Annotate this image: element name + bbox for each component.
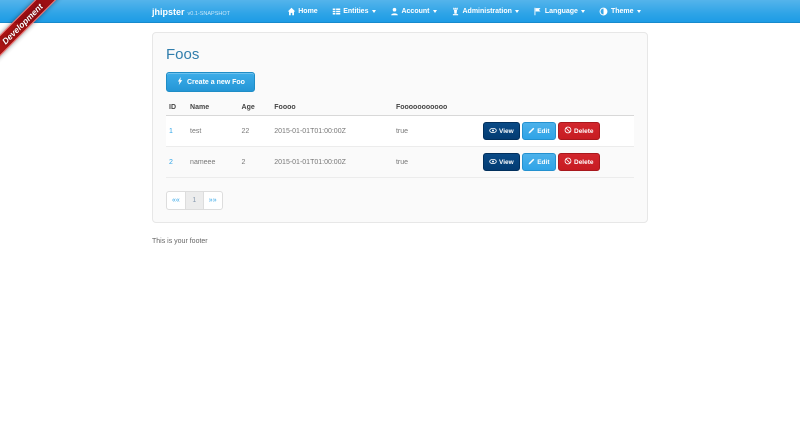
nav-item-language[interactable]: Language: [526, 0, 592, 23]
chevron-down-icon: [433, 10, 437, 13]
edit-button-label: Edit: [537, 128, 549, 135]
column-header-name: Name: [187, 101, 238, 116]
edit-button-label: Edit: [537, 159, 549, 166]
eye-icon: [489, 127, 497, 136]
pagination-first-button[interactable]: ««: [166, 191, 186, 210]
nav-item-label: Home: [298, 8, 317, 15]
user-icon: [390, 7, 399, 16]
nav-item-theme[interactable]: Theme: [592, 0, 648, 23]
nav-item-label: Administration: [462, 8, 511, 15]
view-button-label: View: [499, 159, 514, 166]
cell-name: test: [187, 116, 238, 147]
entities-icon: [332, 7, 341, 16]
pagination-page-1[interactable]: 1: [185, 191, 204, 210]
pagination: «« 1 »»: [166, 191, 634, 210]
create-foo-button-label: Create a new Foo: [187, 79, 245, 86]
nav-item-administration[interactable]: Administration: [444, 0, 526, 23]
chevron-down-icon: [372, 10, 376, 13]
cell-fooooooooooo: true: [393, 147, 480, 178]
column-header-actions: [480, 101, 634, 116]
row-actions: View Edit Delete: [483, 153, 631, 171]
foos-table: ID Name Age Foooo Fooooooooooo 1 test 22…: [166, 101, 634, 178]
table-header-row: ID Name Age Foooo Fooooooooooo: [166, 101, 634, 116]
nav-item-home[interactable]: Home: [280, 0, 325, 23]
ban-circle-icon: [564, 126, 572, 136]
eye-icon: [489, 158, 497, 167]
view-button[interactable]: View: [483, 153, 520, 171]
create-foo-button[interactable]: Create a new Foo: [166, 72, 255, 92]
navbar-menu: Home Entities Account Administration Lan…: [280, 0, 648, 23]
delete-button[interactable]: Delete: [558, 153, 600, 171]
table-row: 2 nameee 2 2015-01-01T01:00:00Z true Vie…: [166, 147, 634, 178]
edit-button[interactable]: Edit: [522, 153, 556, 171]
home-icon: [287, 7, 296, 16]
cell-name: nameee: [187, 147, 238, 178]
nav-item-label: Entities: [343, 8, 368, 15]
pagination-last-button[interactable]: »»: [203, 191, 223, 210]
ban-circle-icon: [564, 157, 572, 167]
nav-item-label: Account: [401, 8, 429, 15]
nav-item-account[interactable]: Account: [383, 0, 444, 23]
navbar: jhipster v0.1-SNAPSHOT Home Entities Acc…: [0, 0, 800, 23]
flash-icon: [176, 77, 184, 87]
chevron-down-icon: [515, 10, 519, 13]
cell-foooo: 2015-01-01T01:00:00Z: [271, 116, 393, 147]
pencil-icon: [528, 158, 535, 167]
row-id-link[interactable]: 2: [169, 159, 173, 166]
pencil-icon: [528, 127, 535, 136]
brand-version: v0.1-SNAPSHOT: [188, 11, 230, 17]
tower-icon: [451, 7, 460, 16]
nav-item-entities[interactable]: Entities: [325, 0, 383, 23]
cell-age: 2: [239, 147, 272, 178]
chevron-down-icon: [637, 10, 641, 13]
edit-button[interactable]: Edit: [522, 122, 556, 140]
foos-panel: Foos Create a new Foo ID Name Age Foooo …: [152, 32, 648, 223]
column-header-fooooooooooo: Fooooooooooo: [393, 101, 480, 116]
brand[interactable]: jhipster v0.1-SNAPSHOT: [152, 7, 230, 17]
column-header-foooo: Foooo: [271, 101, 393, 116]
chevron-down-icon: [581, 10, 585, 13]
cell-fooooooooooo: true: [393, 116, 480, 147]
delete-button-label: Delete: [574, 128, 594, 135]
column-header-id: ID: [166, 101, 187, 116]
theme-icon: [599, 7, 608, 16]
cell-age: 22: [239, 116, 272, 147]
page-title: Foos: [166, 46, 634, 63]
delete-button[interactable]: Delete: [558, 122, 600, 140]
nav-item-label: Theme: [611, 8, 634, 15]
cell-foooo: 2015-01-01T01:00:00Z: [271, 147, 393, 178]
main-content: Foos Create a new Foo ID Name Age Foooo …: [152, 32, 648, 245]
footer-text: This is your footer: [152, 238, 648, 245]
row-actions: View Edit Delete: [483, 122, 631, 140]
delete-button-label: Delete: [574, 159, 594, 166]
view-button[interactable]: View: [483, 122, 520, 140]
nav-item-label: Language: [545, 8, 578, 15]
row-id-link[interactable]: 1: [169, 128, 173, 135]
column-header-age: Age: [239, 101, 272, 116]
table-row: 1 test 22 2015-01-01T01:00:00Z true View: [166, 116, 634, 147]
view-button-label: View: [499, 128, 514, 135]
brand-name: jhipster: [152, 7, 185, 17]
flag-icon: [533, 7, 542, 16]
